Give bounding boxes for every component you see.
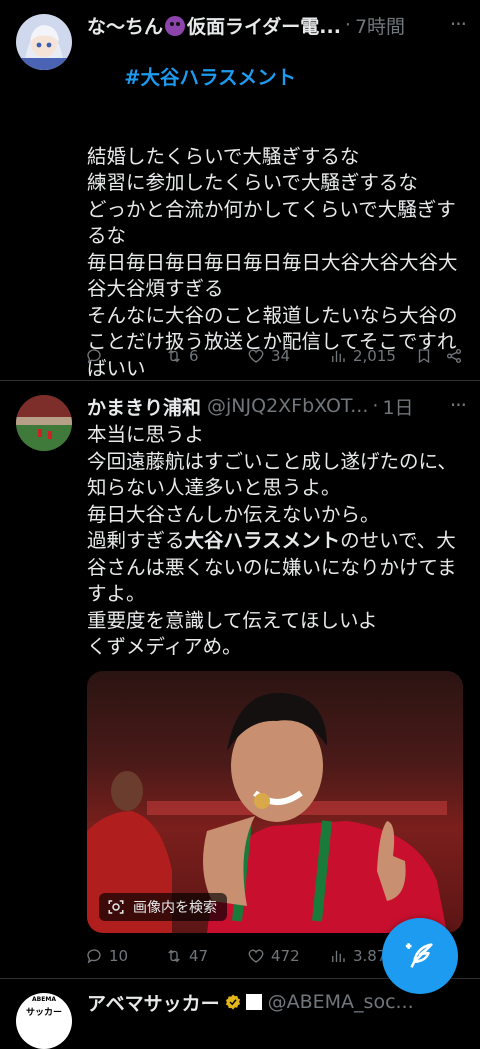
timestamp[interactable]: 7時間 — [355, 12, 405, 39]
avatar-label: サッカー — [25, 1008, 62, 1018]
image-search-button[interactable]: 画像内を検索 — [99, 893, 227, 921]
affiliate-badge-icon — [245, 994, 262, 1010]
retweet-icon — [168, 349, 180, 363]
like-button[interactable]: 472 — [247, 947, 329, 965]
display-name[interactable]: かまきり浦和 — [87, 393, 201, 420]
user-handle[interactable]: @ABEMA_soc... — [268, 991, 414, 1013]
tweet-header: アベマサッカー @ABEMA_soc... — [87, 989, 464, 1015]
views-button[interactable]: 2,015 — [329, 347, 415, 365]
reply-button[interactable] — [85, 347, 165, 365]
display-name[interactable]: な〜ちん 仮面ライダー電... — [87, 12, 341, 39]
heart-icon — [248, 349, 264, 363]
analytics-icon — [332, 950, 345, 962]
retweet-icon — [168, 949, 180, 963]
timestamp[interactable]: 1日 — [382, 393, 413, 420]
emphasis-text: 大谷ハラスメント — [184, 529, 341, 552]
retweet-button[interactable]: 47 — [165, 947, 247, 965]
more-icon[interactable]: ··· — [450, 393, 467, 417]
hashtag-line: #大谷ハラスメント — [87, 38, 464, 118]
avatar[interactable]: ABEMA サッカー — [16, 993, 72, 1049]
like-button[interactable]: 34 — [247, 347, 329, 365]
avatar[interactable] — [16, 395, 72, 451]
reply-button[interactable]: 10 — [85, 947, 165, 965]
tweet-text: 本当に思うよ 今回遠藤航はすごいこと成し遂げたのに、知らない人達多いと思うよ。 … — [87, 423, 457, 658]
more-icon[interactable]: ··· — [450, 12, 467, 36]
display-name[interactable]: アベマサッカー — [87, 989, 220, 1016]
avatar[interactable] — [16, 14, 72, 70]
bookmark-button[interactable] — [415, 347, 445, 365]
verified-badge-icon — [225, 994, 240, 1010]
tweet-header: かまきり浦和 @jNJQ2XFbXOT... · 1日 — [87, 393, 464, 419]
compose-button[interactable] — [382, 918, 458, 994]
tweet-image[interactable]: 画像内を検索 — [87, 671, 463, 933]
hashtag-link[interactable]: #大谷ハラスメント — [124, 66, 296, 89]
retweet-button[interactable]: 6 — [165, 347, 247, 365]
tweet-1[interactable]: な〜ちん 仮面ライダー電... · 7時間 #大谷ハラスメント 結婚したくらいで大… — [0, 0, 480, 381]
share-button[interactable] — [445, 347, 463, 365]
compose-feather-icon — [405, 943, 433, 968]
tweet-2[interactable]: かまきり浦和 @jNJQ2XFbXOT... · 1日 本当に思うよ 今回遠藤航… — [0, 381, 480, 979]
reply-icon — [87, 349, 101, 364]
analytics-icon — [332, 350, 345, 362]
user-handle[interactable]: @jNJQ2XFbXOT... — [207, 395, 368, 417]
share-icon — [446, 348, 462, 364]
bookmark-icon — [418, 349, 430, 364]
devil-emoji-icon — [165, 15, 186, 36]
heart-icon — [248, 949, 264, 963]
reply-icon — [87, 949, 101, 964]
lens-icon — [108, 900, 124, 914]
tweet-header: な〜ちん 仮面ライダー電... · 7時間 — [87, 12, 464, 38]
